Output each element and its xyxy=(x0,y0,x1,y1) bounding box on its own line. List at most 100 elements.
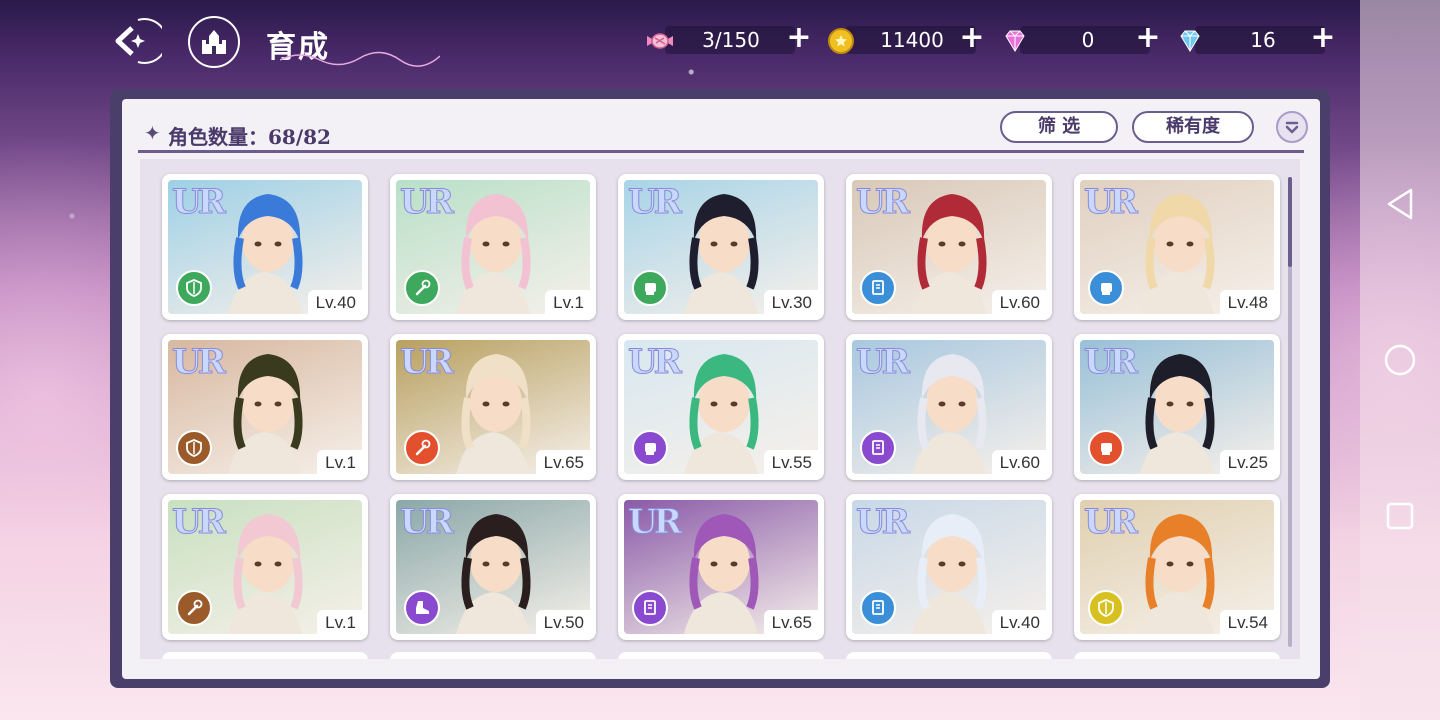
wand-icon xyxy=(415,439,431,456)
blue-diamond-icon xyxy=(1180,30,1200,52)
add-candy-button[interactable]: + xyxy=(785,23,813,53)
title-decoration xyxy=(280,51,440,67)
character-card-partial[interactable] xyxy=(390,652,596,659)
attribute-badge xyxy=(632,270,668,306)
grid-scrollbar[interactable] xyxy=(1288,177,1292,647)
fist-icon xyxy=(645,443,656,455)
attribute-badge xyxy=(1088,430,1124,466)
book-icon xyxy=(872,280,884,295)
character-grid: UR Lv.40 UR Lv.1 UR Lv.30 UR Lv.60 UR Lv… xyxy=(140,159,1300,659)
character-card[interactable]: UR Lv.60 xyxy=(846,174,1052,320)
character-card[interactable]: UR Lv.65 xyxy=(390,334,596,480)
android-nav-bar xyxy=(1360,0,1440,720)
level-label: Lv.40 xyxy=(307,290,362,314)
shield-icon xyxy=(1098,599,1114,617)
attribute-badge xyxy=(860,270,896,306)
level-label: Lv.48 xyxy=(1219,290,1274,314)
attribute-badge xyxy=(632,590,668,626)
recents-square-icon xyxy=(1386,502,1414,530)
rarity-badge: UR xyxy=(628,342,683,383)
scroll-thumb[interactable] xyxy=(1288,177,1292,267)
castle-icon xyxy=(202,30,226,54)
back-button[interactable] xyxy=(108,16,168,66)
level-label: Lv.25 xyxy=(1219,450,1274,474)
character-card[interactable]: UR Lv.1 xyxy=(390,174,596,320)
character-card-partial[interactable] xyxy=(618,652,824,659)
book-icon xyxy=(872,600,884,615)
home-button[interactable] xyxy=(188,16,240,68)
sort-toggle-icon xyxy=(1285,121,1299,134)
candy-value: 3/150 xyxy=(702,28,760,52)
attribute-badge xyxy=(632,430,668,466)
rarity-badge: UR xyxy=(400,182,455,223)
nav-recents-button[interactable] xyxy=(1382,498,1418,534)
sort-order-button[interactable] xyxy=(1276,111,1308,143)
pink-diamond-icon xyxy=(1005,30,1025,52)
level-label: Lv.30 xyxy=(763,290,818,314)
character-card-partial[interactable] xyxy=(846,652,1052,659)
shield-icon xyxy=(186,439,202,457)
attribute-badge xyxy=(860,430,896,466)
resource-pink-gem: 0 + xyxy=(1000,22,1170,58)
back-arrow-icon xyxy=(115,18,168,64)
level-label: Lv.65 xyxy=(763,610,818,634)
rarity-badge: UR xyxy=(856,342,911,383)
add-gold-button[interactable]: + xyxy=(958,23,986,53)
level-label: Lv.65 xyxy=(535,450,590,474)
level-label: Lv.55 xyxy=(763,450,818,474)
character-card[interactable]: UR Lv.65 xyxy=(618,494,824,640)
level-label: Lv.40 xyxy=(991,610,1046,634)
filter-button[interactable]: 筛 选 xyxy=(1000,111,1118,143)
level-label: Lv.54 xyxy=(1219,610,1274,634)
rarity-badge: UR xyxy=(400,502,455,543)
rarity-badge: UR xyxy=(1084,182,1139,223)
character-card[interactable]: UR Lv.50 xyxy=(390,494,596,640)
back-triangle-icon xyxy=(1387,188,1413,220)
attribute-badge xyxy=(404,590,440,626)
rarity-badge: UR xyxy=(1084,502,1139,543)
rarity-badge: UR xyxy=(856,182,911,223)
book-icon xyxy=(644,600,656,615)
attribute-badge xyxy=(176,590,212,626)
nav-back-button[interactable] xyxy=(1382,186,1418,222)
attribute-badge xyxy=(860,590,896,626)
rarity-sort-button[interactable]: 稀有度 xyxy=(1132,111,1254,143)
character-card[interactable]: UR Lv.54 xyxy=(1074,494,1280,640)
character-card[interactable]: UR Lv.25 xyxy=(1074,334,1280,480)
rarity-badge: UR xyxy=(856,502,911,543)
character-card[interactable]: UR Lv.1 xyxy=(162,334,368,480)
roster-header: ✦ 角色数量：68/82 筛 选 稀有度 xyxy=(138,111,1308,153)
book-icon xyxy=(872,440,884,455)
character-card[interactable]: UR Lv.30 xyxy=(618,174,824,320)
character-card[interactable]: UR Lv.60 xyxy=(846,334,1052,480)
level-label: Lv.60 xyxy=(991,450,1046,474)
character-card-partial[interactable] xyxy=(162,652,368,659)
character-card[interactable]: UR Lv.48 xyxy=(1074,174,1280,320)
character-card[interactable]: UR Lv.55 xyxy=(618,334,824,480)
level-label: Lv.1 xyxy=(317,450,362,474)
add-pink-gem-button[interactable]: + xyxy=(1134,23,1162,53)
resource-gold: 11400 + xyxy=(826,22,996,58)
gold-coin-icon xyxy=(828,28,854,54)
rarity-badge: UR xyxy=(172,342,227,383)
add-blue-gem-button[interactable]: + xyxy=(1309,23,1337,53)
level-label: Lv.1 xyxy=(545,290,590,314)
blue-gem-value: 16 xyxy=(1250,28,1276,52)
character-card-partial[interactable] xyxy=(1074,652,1280,659)
level-label: Lv.50 xyxy=(535,610,590,634)
candy-icon xyxy=(647,33,673,49)
gold-value: 11400 xyxy=(880,28,944,52)
character-card[interactable]: UR Lv.40 xyxy=(162,174,368,320)
fist-icon xyxy=(1101,283,1112,295)
attribute-badge xyxy=(1088,270,1124,306)
wand-icon xyxy=(187,599,203,616)
character-card[interactable]: UR Lv.40 xyxy=(846,494,1052,640)
fist-icon xyxy=(1101,443,1112,455)
nav-home-button[interactable] xyxy=(1382,342,1418,378)
wand-icon xyxy=(415,279,431,296)
character-count: 角色数量：68/82 xyxy=(168,125,331,149)
sparkle-icon: ✦ xyxy=(144,121,161,145)
character-card[interactable]: UR Lv.1 xyxy=(162,494,368,640)
rarity-badge: UR xyxy=(1084,342,1139,383)
attribute-badge xyxy=(1088,590,1124,626)
